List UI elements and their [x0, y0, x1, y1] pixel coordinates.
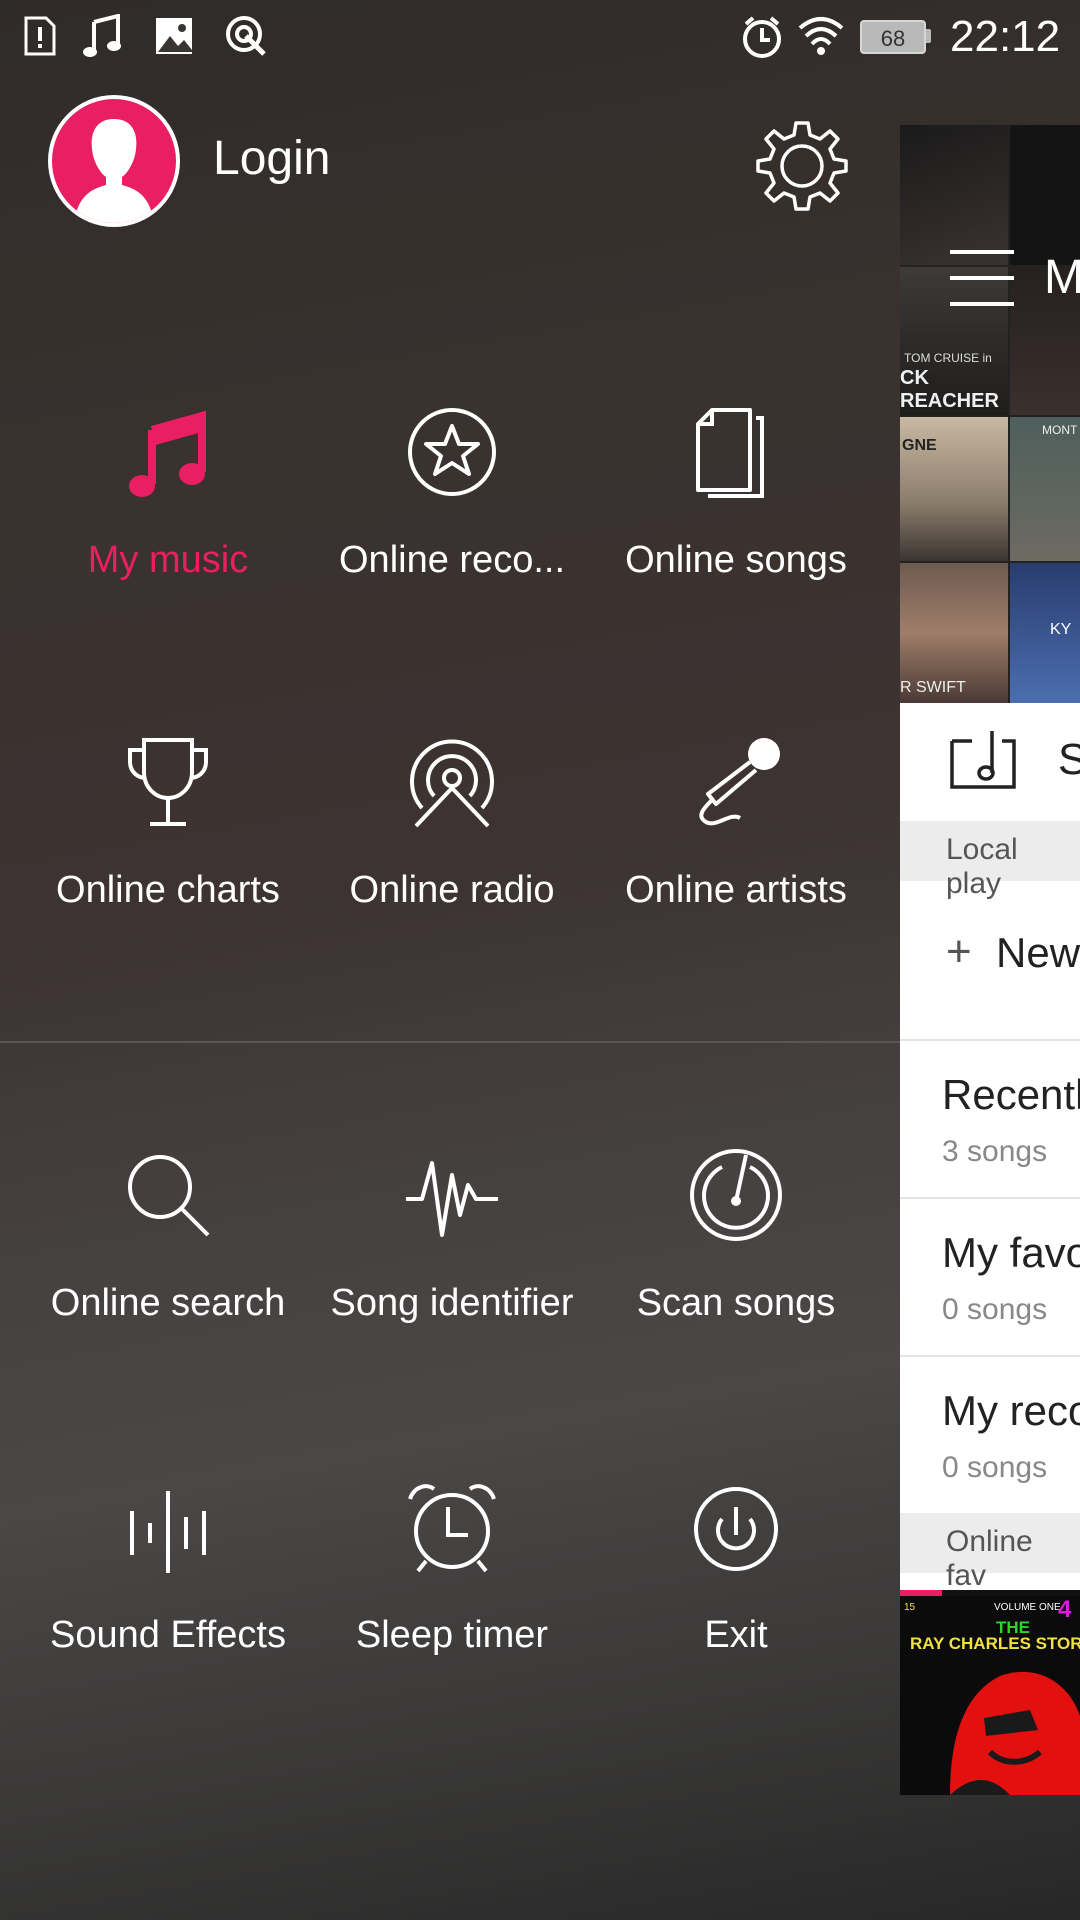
cover-text: 15 [904, 1602, 916, 1613]
equalizer-icon [130, 1491, 206, 1573]
menu-item-online-artists[interactable]: Online artists [594, 732, 878, 972]
music-note-icon [129, 410, 206, 497]
image-icon [154, 14, 194, 58]
cover-text: CK REACHER [900, 367, 999, 412]
alarm-icon [740, 14, 784, 60]
menu-item-label: My music [87, 539, 249, 581]
documents-icon [696, 408, 764, 498]
menu-item-label: Online reco... [339, 539, 565, 581]
avatar[interactable] [48, 95, 180, 227]
plus-icon: + [946, 927, 972, 976]
new-playlist-label: New [996, 929, 1080, 976]
cover-text: R SWIFT [900, 679, 966, 696]
album-cover: R SWIFT [900, 563, 1008, 703]
star-circle-icon [408, 408, 496, 496]
waveform-icon [406, 1161, 498, 1237]
menu-item-online-recommend[interactable]: Online reco... [310, 402, 594, 642]
album-cover: MONT [1010, 417, 1080, 561]
settings-button[interactable] [752, 115, 852, 215]
menu-item-online-songs[interactable]: Online songs [594, 402, 878, 642]
menu-item-scan-songs[interactable]: Scan songs [594, 1145, 878, 1385]
hamburger-menu-icon[interactable] [950, 250, 1014, 308]
menu-item-exit[interactable]: Exit [594, 1477, 878, 1717]
menu-item-online-radio[interactable]: Online radio [310, 732, 594, 972]
menu-divider [0, 1041, 900, 1043]
menu-item-sleep-timer[interactable]: Sleep timer [310, 1477, 594, 1717]
menu-item-label: Scan songs [636, 1282, 836, 1324]
music-note-icon [82, 14, 122, 58]
playlist-item[interactable]: My favo 0 songs [900, 1199, 1080, 1355]
sync-icon [224, 14, 268, 58]
list-item[interactable]: S [900, 703, 1080, 818]
wifi-icon [798, 14, 844, 58]
new-playlist-button[interactable]: + New [900, 883, 1080, 1033]
menu-item-my-music[interactable]: My music [26, 402, 310, 642]
main-screen-peek[interactable]: TOM CRUISE in CK REACHER GNE MONT R SWIF… [900, 125, 1080, 1795]
playlist-item[interactable]: My reco 0 songs [900, 1357, 1080, 1513]
microphone-icon [699, 738, 780, 826]
menu-item-label: Online search [50, 1282, 286, 1324]
power-icon [694, 1487, 778, 1571]
status-bar: 68 22:12 [0, 0, 1080, 80]
menu-item-label: Song identifier [330, 1282, 574, 1324]
battery-cap [926, 29, 931, 43]
playlist-count: 3 songs [942, 1135, 1048, 1168]
menu-item-online-search[interactable]: Online search [26, 1145, 310, 1385]
cover-text: GNE [902, 437, 937, 454]
playlist-title: My reco [942, 1387, 1080, 1434]
section-header-local: Local play [900, 821, 1080, 900]
cover-text: 4 [1058, 1596, 1072, 1623]
mini-player[interactable]: 15 VOLUME ONE 4 THE RAY CHARLES STORY [900, 1590, 1080, 1795]
radio-broadcast-icon [410, 739, 494, 828]
playlist-title: Recentl [942, 1071, 1080, 1118]
menu-item-label: Online charts [56, 869, 280, 911]
mini-player-cover: 15 VOLUME ONE 4 THE RAY CHARLES STORY [900, 1596, 1080, 1795]
playlist-count: 0 songs [942, 1451, 1048, 1484]
battery-indicator: 68 [860, 20, 926, 54]
cover-text: MONT [1042, 423, 1078, 437]
alert-sim-icon [22, 14, 58, 58]
drawer-header: Login [0, 95, 900, 235]
album-cover [900, 125, 1008, 265]
album-cover: GNE [900, 417, 1008, 561]
alarm-clock-icon [408, 1484, 496, 1573]
status-clock: 22:12 [950, 12, 1061, 61]
menu-item-label: Online artists [625, 869, 847, 911]
folder-music-icon [950, 731, 1016, 789]
cover-text: VOLUME ONE [994, 1602, 1061, 1613]
menu-item-label: Online songs [625, 539, 847, 581]
cover-text: TOM CRUISE in [904, 351, 992, 365]
section-header-online: Online fav [900, 1513, 1080, 1592]
menu-item-label: Exit [704, 1614, 768, 1656]
artist-portrait [950, 1671, 1080, 1795]
menu-item-online-charts[interactable]: Online charts [26, 732, 310, 972]
menu-item-song-identifier[interactable]: Song identifier [310, 1145, 594, 1385]
playlist-title: My favo [942, 1229, 1080, 1276]
playlist-item[interactable]: Recentl 3 songs [900, 1041, 1080, 1197]
menu-item-sound-effects[interactable]: Sound Effects [26, 1477, 310, 1717]
login-label[interactable]: Login [213, 131, 330, 186]
menu-item-label: Sound Effects [50, 1614, 286, 1656]
radar-scan-icon [690, 1149, 782, 1241]
cover-text: RAY CHARLES STORY [910, 1634, 1080, 1653]
list-item-label: S [1058, 735, 1080, 784]
section-header-label: Online fav [946, 1525, 1033, 1592]
gear-icon [756, 121, 848, 211]
menu-item-label: Online radio [349, 869, 555, 911]
album-cover [1010, 125, 1080, 265]
album-cover: KY [1010, 563, 1080, 703]
menu-item-label: Sleep timer [355, 1614, 549, 1656]
cover-text: KY [1050, 621, 1072, 638]
main-title-fragment: M [1044, 251, 1080, 304]
user-silhouette-icon [74, 119, 154, 223]
search-icon [128, 1155, 210, 1237]
trophy-icon [128, 738, 208, 826]
playlist-count: 0 songs [942, 1293, 1048, 1326]
album-collage-header: TOM CRUISE in CK REACHER GNE MONT R SWIF… [900, 125, 1080, 703]
